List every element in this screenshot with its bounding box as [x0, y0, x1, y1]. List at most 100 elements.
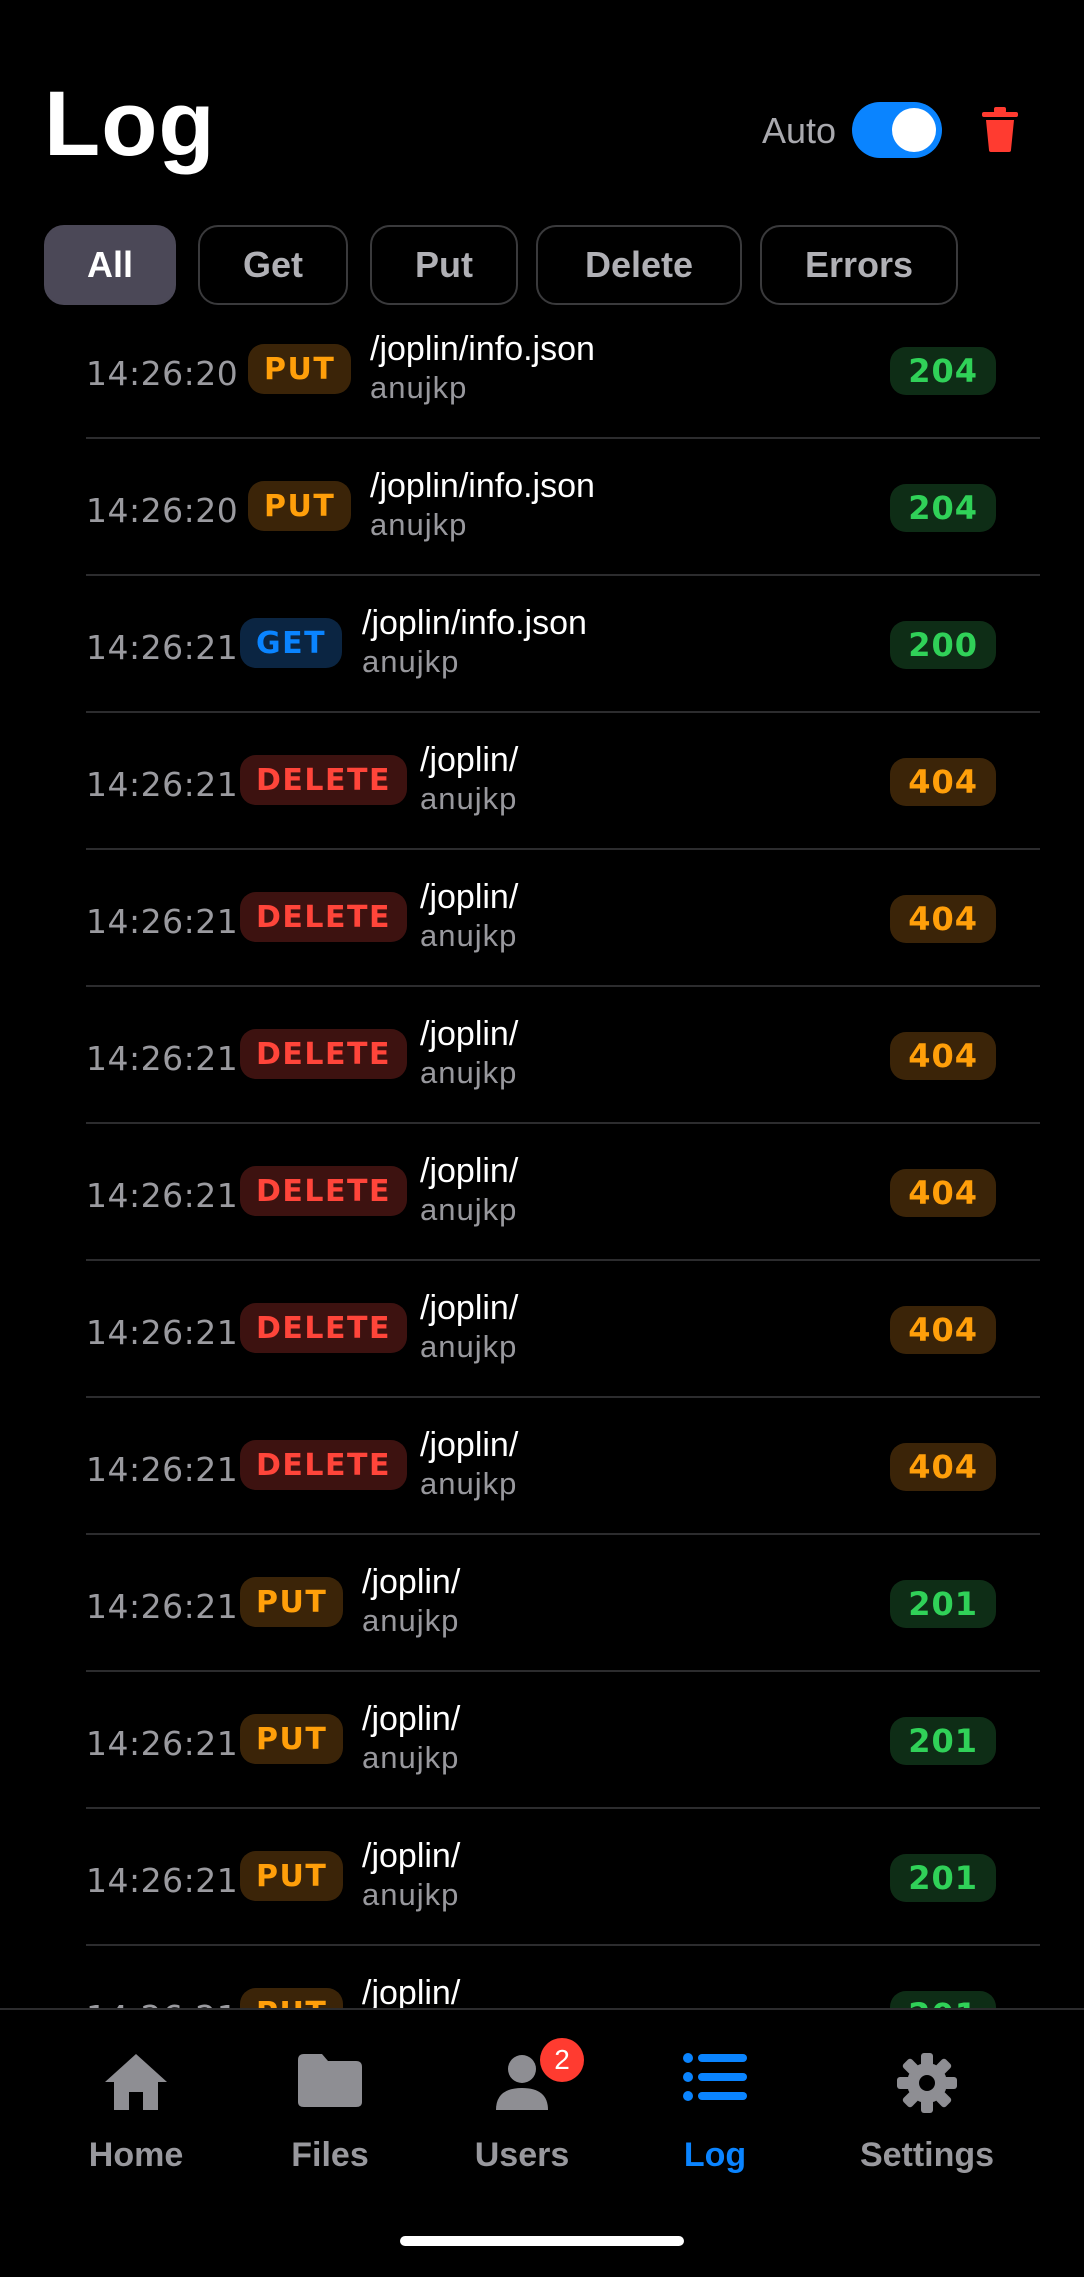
- log-user: anujkp: [420, 1192, 518, 1227]
- filter-errors[interactable]: Errors: [760, 225, 958, 305]
- tab-label: Files: [291, 2136, 369, 2174]
- house-icon: [105, 2054, 167, 2110]
- log-row[interactable]: 14:26:21 DELETE/joplin/anujkp 404: [0, 1398, 1084, 1535]
- log-time: 14:26:21: [86, 1587, 239, 1626]
- log-user: anujkp: [420, 918, 518, 953]
- filter-all[interactable]: All: [44, 225, 176, 305]
- page-title: Log: [44, 73, 216, 175]
- method-badge: PUT: [240, 1577, 344, 1627]
- tab-files[interactable]: Files: [240, 2010, 420, 2210]
- method-badge: DELETE: [240, 755, 407, 805]
- log-row[interactable]: 14:26:21 GET/joplin/info.json anujkp 200: [0, 576, 1084, 713]
- log-path: /joplin/: [362, 1700, 461, 1738]
- filter-put[interactable]: Put: [370, 225, 518, 305]
- filter-get[interactable]: Get: [198, 225, 348, 305]
- gear-icon: [897, 2053, 957, 2113]
- log-row[interactable]: 14:26:21PUT/joplin/anujkp 201: [0, 1672, 1084, 1809]
- log-row[interactable]: 14:26:21PUT/joplin/anujkp 201: [0, 1809, 1084, 1946]
- log-time: 14:26:21: [86, 628, 239, 667]
- log-path: /joplin/: [420, 878, 519, 916]
- log-user: anujkp: [362, 1603, 460, 1638]
- log-time: 14:26:20: [86, 491, 239, 530]
- auto-label: Auto: [762, 110, 837, 151]
- log-row[interactable]: 14:26:20 PUT/joplin/info.json anujkp 204: [0, 439, 1084, 576]
- log-row[interactable]: 14:26:21 DELETE/joplin/anujkp 404: [0, 1261, 1084, 1398]
- log-time: 14:26:21: [86, 1176, 239, 1215]
- tab-label: Users: [474, 2136, 570, 2174]
- tab-settings[interactable]: Settings: [837, 2010, 1017, 2210]
- tab-users[interactable]: 2 Users: [432, 2010, 612, 2210]
- method-badge: DELETE: [240, 1303, 407, 1353]
- log-row[interactable]: 14:26:21PUT/joplin/anujkp201: [0, 1946, 1084, 2014]
- method-badge: DELETE: [240, 1166, 407, 1216]
- method-badge: PUT: [248, 344, 352, 394]
- method-badge: PUT: [248, 481, 352, 531]
- log-user: anujkp: [420, 1055, 518, 1090]
- log-path: /joplin/: [420, 1289, 519, 1327]
- users-badge: 2: [540, 2038, 584, 2082]
- log-row[interactable]: 14:26:21 DELETE/joplin/anujkp 404: [0, 850, 1084, 987]
- status-badge: 201: [890, 1717, 996, 1765]
- log-path: /joplin/: [420, 741, 519, 779]
- log-user: anujkp: [370, 507, 468, 542]
- log-time: 14:26:21: [86, 1861, 239, 1900]
- log-list[interactable]: 14:26:20 PUT/joplin/info.json anujkp 204 14:…: [0, 320, 1084, 2014]
- status-badge: 404: [890, 1306, 996, 1354]
- status-badge: 200: [890, 621, 996, 669]
- trash-icon[interactable]: [980, 106, 1020, 152]
- tab-log[interactable]: Log: [625, 2010, 805, 2210]
- log-row[interactable]: 14:26:21 DELETE/joplin/anujkp 404: [0, 713, 1084, 850]
- log-row[interactable]: 14:26:20 PUT/joplin/info.json anujkp 204: [0, 320, 1084, 439]
- status-badge: 204: [890, 484, 996, 532]
- log-path: /joplin/: [420, 1152, 519, 1190]
- auto-toggle[interactable]: [852, 102, 942, 158]
- status-badge: 201: [890, 1854, 996, 1902]
- toggle-knob: [892, 108, 936, 152]
- status-badge: 204: [890, 347, 996, 395]
- log-time: 14:26:21: [86, 902, 239, 941]
- filter-delete[interactable]: Delete: [536, 225, 742, 305]
- tab-label: Log: [683, 2136, 747, 2174]
- log-time: 14:26:21: [86, 1724, 239, 1763]
- status-badge: 404: [890, 758, 996, 806]
- list-icon: [683, 2053, 747, 2101]
- log-time: 14:26:21: [86, 1039, 239, 1078]
- log-path: /joplin/: [362, 1563, 461, 1601]
- status-badge: 404: [890, 1169, 996, 1217]
- method-badge: DELETE: [240, 892, 407, 942]
- method-badge: DELETE: [240, 1440, 407, 1490]
- log-row[interactable]: 14:26:21 DELETE/joplin/anujkp 404: [0, 987, 1084, 1124]
- log-row[interactable]: 14:26:21PUT/joplin/anujkp 201: [0, 1535, 1084, 1672]
- status-badge: 201: [890, 1580, 996, 1628]
- log-user: anujkp: [420, 1329, 518, 1364]
- tab-home[interactable]: Home: [46, 2010, 226, 2210]
- log-path: /joplin/: [420, 1015, 519, 1053]
- method-badge: PUT: [240, 1851, 344, 1901]
- method-badge: GET: [240, 618, 343, 668]
- log-user: anujkp: [362, 1740, 460, 1775]
- status-badge: 404: [890, 895, 996, 943]
- log-path: /joplin/: [420, 1426, 519, 1464]
- log-row[interactable]: 14:26:21 DELETE/joplin/anujkp 404: [0, 1124, 1084, 1261]
- log-user: anujkp: [420, 781, 518, 816]
- log-user: anujkp: [362, 1877, 460, 1912]
- folder-icon: [298, 2054, 362, 2107]
- log-time: 14:26:20: [86, 354, 239, 393]
- status-badge: 404: [890, 1443, 996, 1491]
- tab-label: Home: [88, 2136, 184, 2174]
- log-user: anujkp: [420, 1466, 518, 1501]
- tab-bar: Home Files 2 Users Log Settings: [0, 2008, 1084, 2277]
- home-indicator: [400, 2236, 684, 2246]
- log-user: anujkp: [362, 644, 460, 679]
- tab-label: Settings: [859, 2136, 995, 2174]
- log-user: anujkp: [370, 370, 468, 405]
- method-badge: PUT: [240, 1714, 344, 1764]
- log-path: /joplin/info.json: [370, 467, 595, 505]
- log-path: /joplin/info.json: [362, 604, 587, 642]
- method-badge: DELETE: [240, 1029, 407, 1079]
- log-time: 14:26:21: [86, 765, 239, 804]
- log-time: 14:26:21: [86, 1450, 239, 1489]
- log-path: /joplin/info.json: [370, 330, 595, 368]
- log-path: /joplin/: [362, 1837, 461, 1875]
- log-time: 14:26:21: [86, 1313, 239, 1352]
